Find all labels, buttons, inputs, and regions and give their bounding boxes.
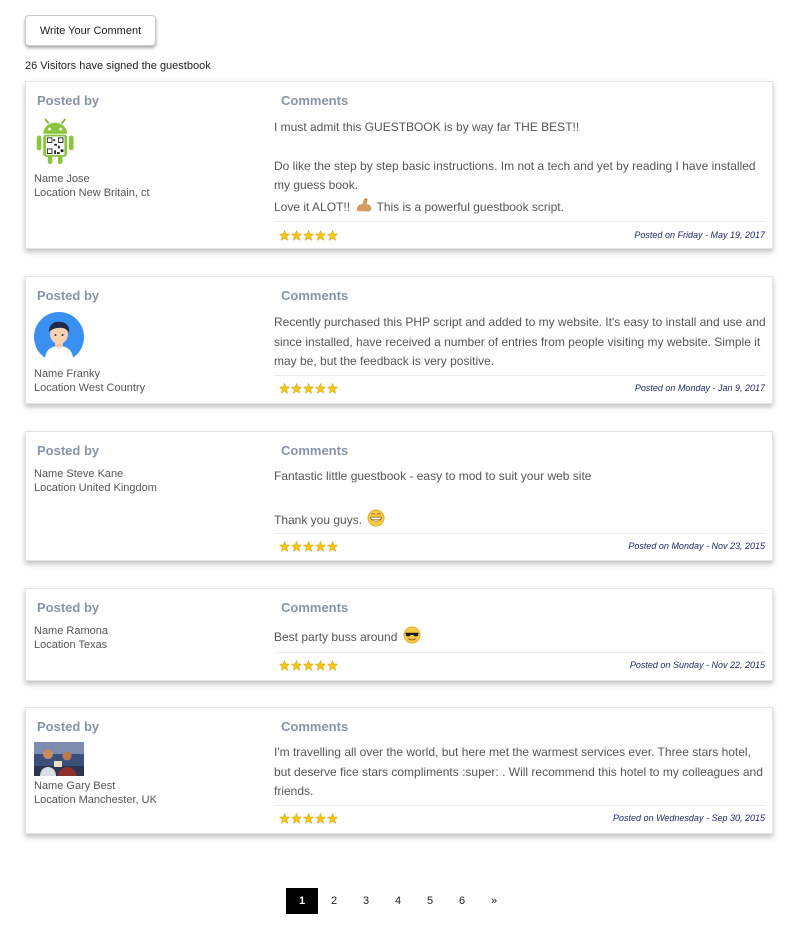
star-rating	[279, 383, 338, 394]
star-icon	[303, 230, 314, 241]
comment-text: I'm travelling all over the world, but h…	[274, 743, 768, 802]
star-icon	[315, 541, 326, 552]
poster-info: Name Steve Kane Location United Kingdom	[34, 467, 157, 495]
android-qr-avatar-icon	[36, 118, 74, 165]
posted-by-heading: Posted by	[37, 443, 100, 458]
poster-location: Location West Country	[34, 382, 146, 394]
star-rating	[279, 541, 338, 552]
comment-line: Love it ALOT!! This is a powerful guestb…	[274, 196, 768, 218]
comment-text: Recently purchased this PHP script and a…	[274, 313, 768, 372]
poster-name: Name Franky	[34, 368, 101, 380]
star-icon	[291, 813, 302, 824]
page-1-link[interactable]: 1	[286, 888, 318, 914]
posted-date: Posted on Friday - May 19, 2017	[634, 230, 765, 240]
star-icon	[327, 230, 338, 241]
guestbook-entry: Posted by Comments Name Gary Best Locati…	[25, 707, 773, 834]
star-rating	[279, 230, 338, 241]
comments-heading: Comments	[281, 719, 349, 734]
posted-by-heading: Posted by	[37, 288, 100, 303]
comment-line: Recently purchased this PHP script and a…	[274, 315, 766, 368]
guestbook-entry: Posted by Comments Name Franky Location …	[25, 276, 773, 404]
star-icon	[291, 383, 302, 394]
posted-date: Posted on Monday - Nov 23, 2015	[628, 541, 765, 551]
entry-divider	[274, 805, 766, 806]
poster-location: Location Texas	[34, 639, 108, 651]
poster-name: Name Jose	[34, 173, 90, 185]
page-5-link[interactable]: 5	[414, 888, 446, 914]
flexed-biceps-icon	[357, 197, 372, 212]
star-rating	[279, 660, 338, 671]
entry-divider	[274, 221, 766, 222]
star-icon	[279, 383, 290, 394]
photo-avatar-icon	[34, 742, 84, 776]
star-icon	[327, 813, 338, 824]
visitor-count: 26 Visitors have signed the guestbook	[25, 60, 211, 72]
write-comment-button[interactable]: Write Your Comment	[25, 15, 156, 46]
posted-date: Posted on Monday - Jan 9, 2017	[634, 383, 765, 393]
star-icon	[327, 541, 338, 552]
star-icon	[303, 813, 314, 824]
page-4-link[interactable]: 4	[382, 888, 414, 914]
star-icon	[315, 383, 326, 394]
star-icon	[279, 813, 290, 824]
star-icon	[315, 813, 326, 824]
next-page-link[interactable]: »	[478, 888, 510, 914]
comments-heading: Comments	[281, 288, 349, 303]
comments-heading: Comments	[281, 443, 349, 458]
star-rating	[279, 813, 338, 824]
comment-line: Thank you guys.	[274, 509, 768, 531]
star-icon	[279, 230, 290, 241]
guestbook-entry: Posted by Comments Name Jose Location Ne…	[25, 81, 773, 249]
star-icon	[291, 660, 302, 671]
entry-divider	[274, 375, 766, 376]
star-icon	[279, 660, 290, 671]
star-icon	[303, 541, 314, 552]
poster-info: Name Jose Location New Britain, ct	[34, 172, 150, 200]
poster-info: Name Ramona Location Texas	[34, 624, 108, 652]
comment-line: Fantastic little guestbook - easy to mod…	[274, 469, 592, 483]
page-6-link[interactable]: 6	[446, 888, 478, 914]
entry-divider	[274, 533, 766, 534]
comment-line: Do like the step by step basic instructi…	[274, 158, 756, 193]
sunglasses-face-icon	[403, 626, 421, 644]
posted-by-heading: Posted by	[37, 93, 100, 108]
entry-divider	[274, 652, 766, 653]
comment-text: Best party buss around	[274, 626, 768, 648]
star-icon	[291, 230, 302, 241]
comment-text: I must admit this GUESTBOOK is by way fa…	[274, 118, 768, 217]
star-icon	[315, 230, 326, 241]
comment-line: Best party buss around	[274, 626, 768, 648]
star-icon	[315, 660, 326, 671]
posted-by-heading: Posted by	[37, 719, 100, 734]
page-3-link[interactable]: 3	[350, 888, 382, 914]
poster-info: Name Gary Best Location Manchester, UK	[34, 779, 157, 807]
star-icon	[303, 383, 314, 394]
comment-line: I'm travelling all over the world, but h…	[274, 745, 763, 798]
star-icon	[291, 541, 302, 552]
guestbook-entry: Posted by Comments Name Ramona Location …	[25, 588, 773, 681]
posted-date: Posted on Wednesday - Sep 30, 2015	[613, 813, 765, 823]
poster-location: Location Manchester, UK	[34, 794, 157, 806]
poster-location: Location New Britain, ct	[34, 187, 150, 199]
person-avatar-icon	[34, 312, 84, 362]
comments-heading: Comments	[281, 600, 349, 615]
poster-info: Name Franky Location West Country	[34, 367, 145, 395]
star-icon	[279, 541, 290, 552]
poster-name: Name Ramona	[34, 625, 108, 637]
posted-date: Posted on Sunday - Nov 22, 2015	[629, 660, 765, 670]
star-icon	[327, 660, 338, 671]
comments-heading: Comments	[281, 93, 349, 108]
comment-text: Fantastic little guestbook - easy to mod…	[274, 467, 768, 530]
poster-name: Name Steve Kane	[34, 468, 124, 480]
pagination: 1 2 3 4 5 6 »	[286, 888, 510, 914]
comment-line: I must admit this GUESTBOOK is by way fa…	[274, 120, 580, 134]
star-icon	[303, 660, 314, 671]
poster-location: Location United Kingdom	[34, 482, 157, 494]
page-2-link[interactable]: 2	[318, 888, 350, 914]
poster-name: Name Gary Best	[34, 780, 116, 792]
grinning-face-icon	[367, 509, 385, 526]
posted-by-heading: Posted by	[37, 600, 100, 615]
star-icon	[327, 383, 338, 394]
guestbook-entry: Posted by Comments Name Steve Kane Locat…	[25, 431, 773, 561]
